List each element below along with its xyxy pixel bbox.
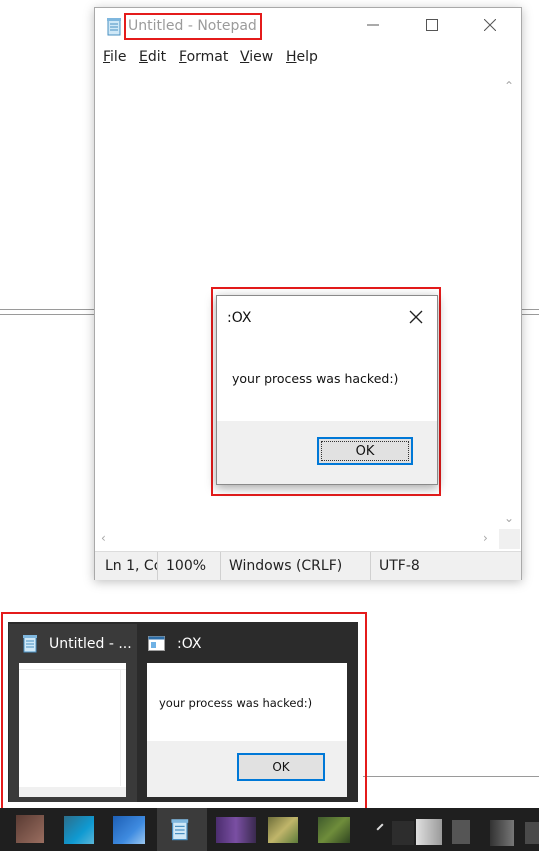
notepad-titlebar[interactable]: Untitled - Notepad [95, 8, 521, 45]
taskbar [0, 808, 539, 851]
taskbar-preview-popup: Untitled - ... :OX your process was hack… [8, 622, 358, 802]
thumbnail-dialog-message: your process was hacked:) [159, 696, 313, 710]
taskbar-tray-icon[interactable] [416, 819, 442, 845]
taskbar-app-icon[interactable] [268, 817, 298, 843]
status-zoom: 100% [157, 552, 220, 580]
taskbar-tray-icon[interactable] [376, 823, 384, 831]
status-encoding: UTF-8 [370, 552, 521, 580]
status-bar: Ln 1, Col 1 100% Windows (CRLF) UTF-8 [95, 551, 521, 580]
background-line [0, 309, 94, 310]
message-box-dialog[interactable]: :OX your process was hacked:) OK [216, 295, 438, 485]
vertical-scrollbar[interactable]: ⌃ ⌄ [499, 71, 520, 529]
minimize-icon [367, 24, 379, 26]
thumbnail-dialog-title: :OX [177, 636, 202, 652]
thumbnail-menu-strip [19, 663, 126, 670]
dialog-message: your process was hacked:) [232, 371, 399, 386]
menu-view[interactable]: View [240, 49, 273, 65]
close-button[interactable] [461, 8, 519, 42]
thumbnail-notepad-title: Untitled - ... [49, 636, 132, 652]
taskbar-app-icon[interactable] [16, 815, 44, 843]
taskbar-app-icon[interactable] [113, 816, 145, 844]
notepad-icon [171, 819, 189, 841]
ok-button[interactable]: OK [317, 437, 413, 465]
taskbar-tray-icon[interactable] [525, 822, 539, 844]
maximize-button[interactable] [403, 8, 461, 42]
scrollbar-corner [499, 529, 520, 549]
thumbnail-ok-button: OK [237, 753, 325, 781]
taskbar-tray-icon[interactable] [452, 820, 470, 844]
title-highlight-box [124, 13, 262, 40]
thumbnail-notepad-image[interactable] [19, 663, 126, 797]
taskbar-app-icon[interactable] [216, 817, 256, 843]
status-line-ending: Windows (CRLF) [220, 552, 370, 580]
scroll-up-icon[interactable]: ⌃ [504, 79, 514, 93]
dialog-title: :OX [227, 310, 252, 326]
notepad-icon [105, 17, 125, 37]
taskbar-tray-icon[interactable] [490, 820, 514, 846]
thumbnail-scrollbar [120, 670, 126, 786]
scroll-right-icon[interactable]: › [483, 531, 488, 545]
menu-bar: File Edit Format View Help [95, 47, 521, 71]
close-icon [484, 19, 496, 31]
taskbar-notepad-active[interactable] [157, 808, 207, 851]
notepad-icon [21, 634, 41, 654]
dialog-app-icon [148, 636, 165, 651]
close-icon [409, 310, 423, 324]
taskbar-tray-icon[interactable] [392, 821, 414, 845]
menu-file[interactable]: File [103, 49, 126, 65]
thumbnail-dialog-image[interactable]: your process was hacked:) OK [147, 663, 347, 797]
menu-edit[interactable]: Edit [139, 49, 166, 65]
scroll-left-icon[interactable]: ‹ [101, 531, 106, 545]
taskbar-app-icon[interactable] [64, 816, 94, 844]
horizontal-scrollbar[interactable]: ‹ › [95, 529, 499, 549]
maximize-icon [426, 19, 438, 31]
background-line [363, 776, 539, 777]
menu-help[interactable]: Help [286, 49, 318, 65]
scroll-down-icon[interactable]: ⌄ [504, 511, 514, 525]
status-position: Ln 1, Col 1 [105, 558, 157, 574]
background-line [520, 309, 539, 310]
thumbnail-status-strip [19, 787, 126, 797]
background-line [0, 314, 94, 315]
taskbar-app-icon[interactable] [318, 817, 350, 843]
minimize-button[interactable] [344, 8, 402, 42]
dialog-close-button[interactable] [407, 308, 425, 326]
background-line [520, 314, 539, 315]
menu-format[interactable]: Format [179, 49, 228, 65]
